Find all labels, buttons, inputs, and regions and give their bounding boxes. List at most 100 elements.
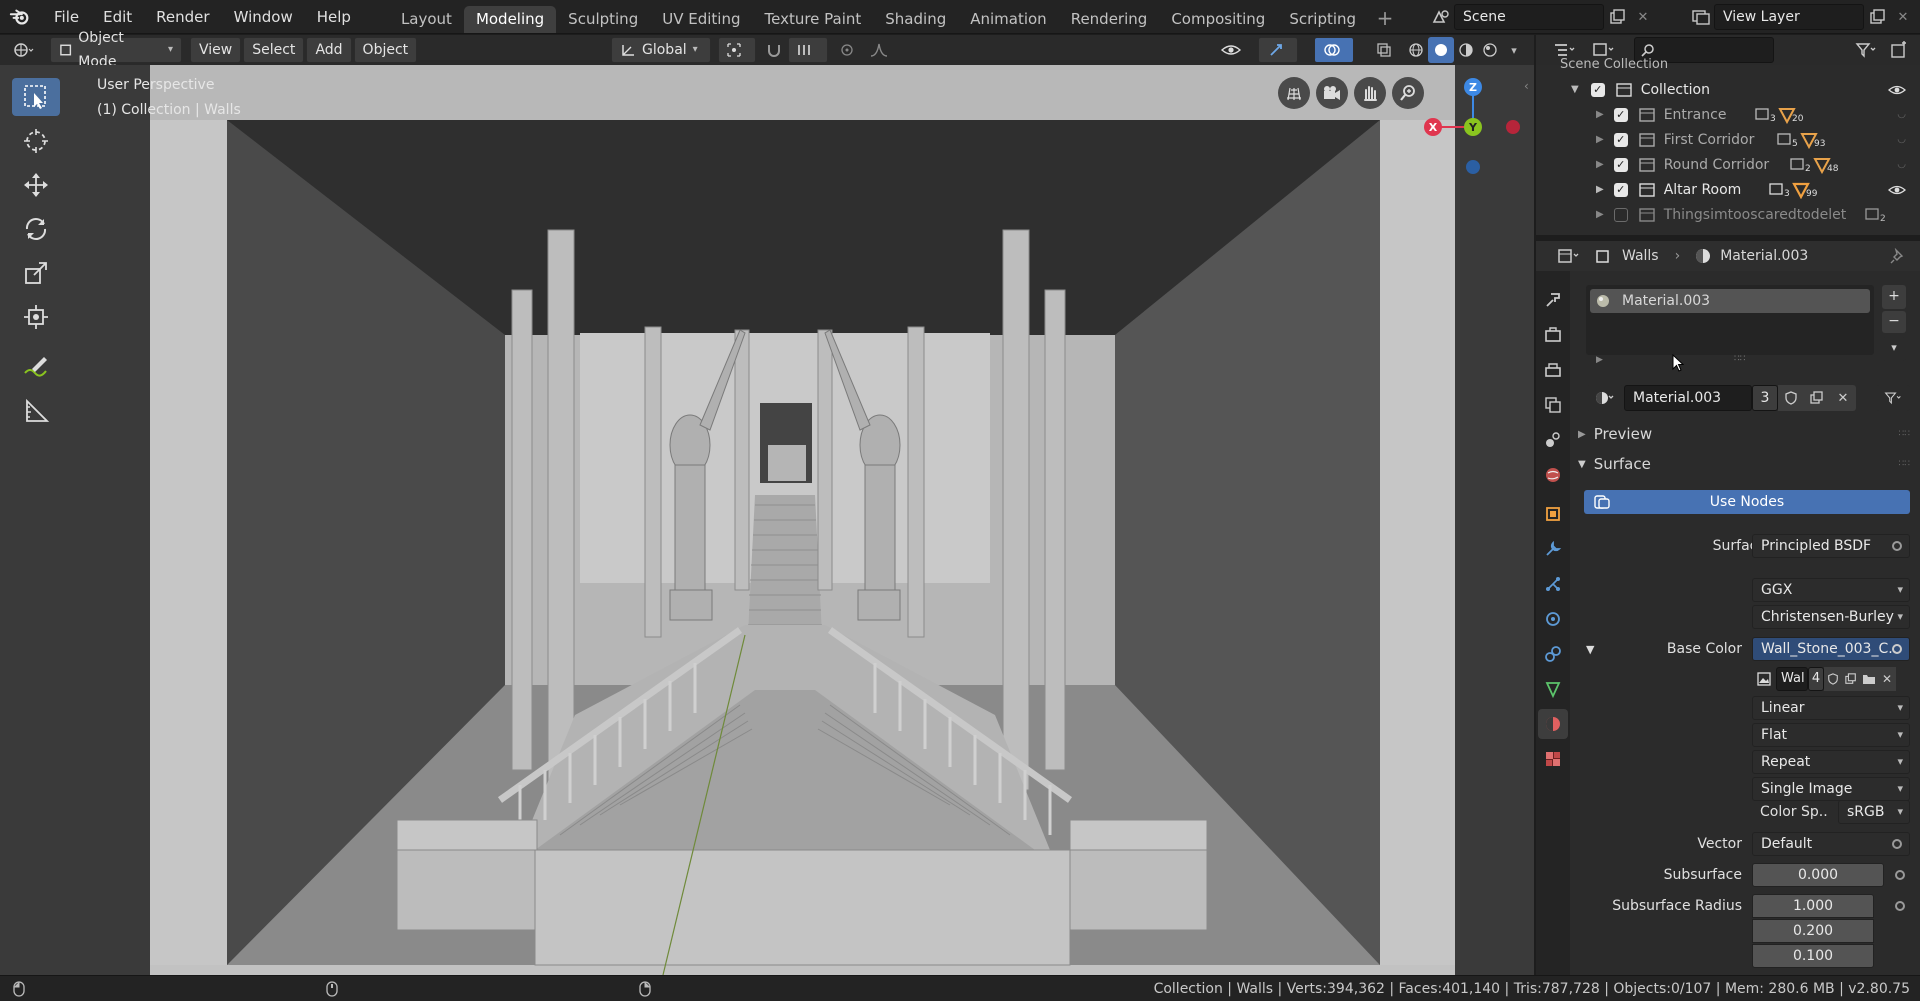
solid-shading-icon[interactable] — [1428, 37, 1454, 63]
drag-handle-icon[interactable]: ∷∷ — [1899, 459, 1910, 469]
delete-scene-icon[interactable]: ✕ — [1630, 4, 1656, 30]
add-menu-button[interactable]: Add — [306, 37, 352, 63]
move-tool[interactable] — [12, 166, 60, 204]
expand-chevron-icon[interactable]: ▶ — [1596, 109, 1604, 120]
tab-particles-icon[interactable] — [1538, 569, 1568, 599]
eye-closed-icon[interactable]: ◡ — [1897, 134, 1906, 145]
wireframe-shading-icon[interactable] — [1403, 37, 1429, 63]
material-slot-row[interactable]: Material.003 — [1590, 289, 1870, 313]
tab-constraints-icon[interactable] — [1538, 639, 1568, 669]
preview-panel-header[interactable]: ▶ Preview ∷∷ — [1574, 421, 1920, 447]
tab-data-icon[interactable] — [1538, 674, 1568, 704]
outliner-row-first-corridor[interactable]: ▶ ✓ First Corridor 5 93 ◡ — [1536, 127, 1920, 152]
image-open-folder-icon[interactable] — [1860, 667, 1878, 691]
scene-icon[interactable] — [1428, 4, 1454, 30]
tab-render-icon[interactable] — [1538, 320, 1568, 350]
tab-modeling[interactable]: Modeling — [463, 5, 557, 33]
image-name-field[interactable]: Wal — [1776, 667, 1808, 691]
tab-texture-paint[interactable]: Texture Paint — [752, 6, 873, 33]
image-duplicate-icon[interactable] — [1842, 667, 1860, 691]
eye-closed-icon[interactable]: ◡ — [1897, 159, 1906, 170]
image-users-count[interactable]: 4 — [1808, 667, 1824, 691]
fake-user-shield-icon[interactable] — [1778, 385, 1804, 411]
slot-specials-chevron-icon[interactable]: ▾ — [1882, 337, 1906, 361]
material-shading-icon[interactable] — [1453, 37, 1479, 63]
tab-animation[interactable]: Animation — [958, 6, 1058, 33]
expand-chevron-icon[interactable]: ▶ — [1596, 134, 1604, 145]
altar-room-checkbox[interactable]: ✓ — [1613, 182, 1628, 197]
material-browse-button[interactable] — [1586, 385, 1624, 411]
rendered-shading-icon[interactable] — [1477, 37, 1503, 63]
collection-checkbox[interactable]: ✓ — [1590, 82, 1605, 97]
measure-tool[interactable] — [12, 392, 60, 430]
proportional-edit-icon[interactable] — [834, 37, 860, 63]
gizmo-toggle[interactable] — [1258, 37, 1298, 63]
outliner-row-collection[interactable]: ▼ ✓ Collection — [1536, 77, 1920, 102]
subsurface-radius-y-field[interactable]: 0.200 — [1752, 919, 1874, 943]
transform-tool[interactable] — [12, 298, 60, 336]
round-corridor-checkbox[interactable]: ✓ — [1613, 157, 1628, 172]
object-menu-button[interactable]: Object — [353, 37, 418, 63]
first-corridor-checkbox[interactable]: ✓ — [1613, 132, 1628, 147]
visibility-dropdown[interactable] — [1212, 37, 1252, 63]
vector-dropdown[interactable]: Default — [1752, 832, 1910, 856]
eye-icon[interactable] — [1888, 184, 1906, 196]
distribution-dropdown[interactable]: GGX ▾ — [1752, 578, 1910, 602]
tab-tool-icon[interactable] — [1538, 285, 1568, 315]
pin-icon[interactable] — [1890, 248, 1906, 264]
cursor-tool[interactable] — [12, 122, 60, 160]
expand-chevron-icon[interactable]: ▶ — [1596, 355, 1603, 365]
view-layer-name-field[interactable]: View Layer — [1714, 4, 1864, 30]
use-nodes-button[interactable]: Use Nodes — [1584, 490, 1910, 514]
material-users-count[interactable]: 3 — [1752, 385, 1778, 411]
expand-chevron-icon[interactable]: ▼ — [1571, 84, 1579, 95]
tab-physics-icon[interactable] — [1538, 604, 1568, 634]
tab-world-icon[interactable] — [1538, 460, 1568, 490]
resize-grip-icon[interactable]: ∷∷ — [1734, 354, 1745, 364]
blender-logo-icon[interactable] — [0, 0, 40, 34]
image-browse-icon[interactable] — [1752, 667, 1776, 691]
editor-type-icon[interactable] — [10, 37, 36, 63]
drag-handle-icon[interactable]: ∷∷ — [1899, 429, 1910, 439]
snap-icon[interactable] — [761, 37, 787, 63]
source-dropdown[interactable]: Single Image ▾ — [1752, 777, 1910, 801]
select-box-tool[interactable] — [12, 78, 60, 116]
outliner-row-scene-collection[interactable]: Scene Collection — [1536, 56, 1920, 72]
pan-hand-icon[interactable] — [1354, 77, 1386, 109]
color-space-dropdown[interactable]: sRGB ▾ — [1838, 800, 1910, 824]
eye-closed-icon[interactable]: ◡ — [1897, 109, 1906, 120]
menu-help[interactable]: Help — [305, 0, 363, 34]
base-color-dropdown[interactable]: Wall_Stone_003_C.. — [1752, 637, 1910, 661]
xray-toggle-icon[interactable] — [1371, 37, 1397, 63]
subsurface-method-dropdown[interactable]: Christensen-Burley ▾ — [1752, 605, 1910, 629]
expand-chevron-icon[interactable]: ▶ — [1596, 159, 1604, 170]
tab-sculpting[interactable]: Sculpting — [556, 6, 650, 33]
overlays-toggle[interactable] — [1314, 37, 1354, 63]
expand-chevron-icon[interactable]: ▶ — [1596, 184, 1604, 195]
add-slot-icon[interactable]: + — [1882, 285, 1906, 309]
new-view-layer-icon[interactable] — [1864, 4, 1890, 30]
sidebar-toggle-chevron-icon[interactable]: ‹ — [1524, 79, 1529, 93]
surface-shader-dropdown[interactable]: Principled BSDF — [1752, 534, 1910, 558]
select-menu-button[interactable]: Select — [243, 37, 305, 63]
delete-view-layer-icon[interactable]: ✕ — [1890, 4, 1916, 30]
annotate-tool[interactable] — [12, 348, 60, 386]
things-checkbox[interactable] — [1613, 207, 1628, 222]
tab-rendering[interactable]: Rendering — [1059, 6, 1160, 33]
properties-editor-type-icon[interactable] — [1550, 243, 1588, 269]
surface-panel-header[interactable]: ▼ Surface ∷∷ — [1574, 451, 1920, 477]
camera-view-icon[interactable] — [1316, 77, 1348, 109]
tab-scene-icon[interactable] — [1538, 425, 1568, 455]
falloff-icon[interactable] — [860, 37, 900, 63]
image-fake-user-icon[interactable] — [1824, 667, 1842, 691]
link-dropdown[interactable] — [1876, 385, 1910, 411]
new-scene-icon[interactable] — [1604, 4, 1630, 30]
subsurface-value-field[interactable]: 0.000 — [1752, 863, 1884, 887]
tab-modifiers-icon[interactable] — [1538, 534, 1568, 564]
snap-target-dropdown[interactable] — [788, 37, 828, 63]
interpolation-dropdown[interactable]: Linear ▾ — [1752, 696, 1910, 720]
unlink-material-icon[interactable]: ✕ — [1830, 385, 1856, 411]
eye-icon[interactable] — [1888, 84, 1906, 96]
outliner-row-things[interactable]: ▶ Thingsimtooscaredtodelet 2 — [1536, 202, 1920, 227]
rotate-tool[interactable] — [12, 210, 60, 248]
